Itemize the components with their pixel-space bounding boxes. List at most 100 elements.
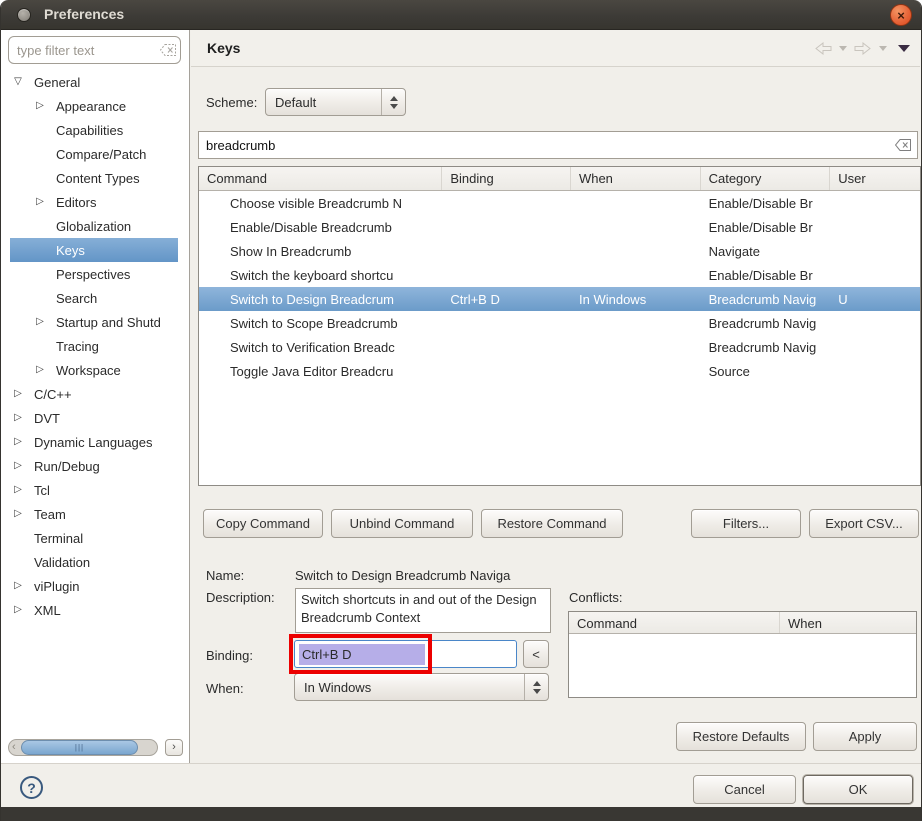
expander-closed-icon[interactable]: [33, 190, 47, 214]
conflicts-column-when[interactable]: When: [780, 612, 916, 633]
ok-button[interactable]: OK: [803, 775, 913, 804]
command-search: [198, 131, 918, 159]
description-label: Description:: [206, 590, 275, 605]
page-title: Keys: [207, 40, 240, 56]
tree-item-validation[interactable]: Validation: [1, 550, 189, 574]
column-header-binding[interactable]: Binding: [442, 167, 571, 190]
description-box: Switch shortcuts in and out of the Desig…: [295, 588, 551, 633]
name-value: Switch to Design Breadcrumb Naviga: [295, 568, 547, 583]
scrollbar-grip: |||: [75, 744, 84, 752]
reverse-binding-button[interactable]: [523, 640, 549, 668]
preferences-tree: General Appearance Capabilities Compare/…: [1, 70, 189, 622]
tree-item-team[interactable]: Team: [1, 502, 189, 526]
tree-item-dynamic-languages[interactable]: Dynamic Languages: [1, 430, 189, 454]
column-header-when[interactable]: When: [571, 167, 701, 190]
tree-item-c-cpp[interactable]: C/C++: [1, 382, 189, 406]
expander-closed-icon[interactable]: [11, 502, 25, 526]
tree-item-xml[interactable]: XML: [1, 598, 189, 622]
tree-item-keys[interactable]: Keys: [1, 238, 189, 262]
table-row[interactable]: Toggle Java Editor BreadcruSource: [199, 359, 920, 383]
command-search-input[interactable]: [198, 131, 918, 159]
when-select[interactable]: In Windows: [294, 673, 549, 701]
tree-item-globalization[interactable]: Globalization: [1, 214, 189, 238]
cancel-button[interactable]: Cancel: [693, 775, 796, 804]
expander-closed-icon[interactable]: [33, 94, 47, 118]
clear-filter-icon[interactable]: [160, 44, 176, 56]
window-icon: [17, 8, 31, 22]
tree-item-tcl[interactable]: Tcl: [1, 478, 189, 502]
forward-history-chevron-icon[interactable]: [879, 46, 887, 51]
scrollbar-thumb[interactable]: |||: [21, 740, 138, 755]
expander-closed-icon[interactable]: [11, 430, 25, 454]
expander-open-icon[interactable]: [11, 70, 25, 94]
table-row[interactable]: Switch to Verification BreadcBreadcrumb …: [199, 335, 920, 359]
tree-item-compare-patch[interactable]: Compare/Patch: [1, 142, 189, 166]
tree-item-startup-and-shutdown[interactable]: Startup and Shutd: [1, 310, 189, 334]
table-row[interactable]: Show In BreadcrumbNavigate: [199, 239, 920, 263]
restore-command-button[interactable]: Restore Command: [481, 509, 623, 538]
table-row-selected[interactable]: Switch to Design BreadcrumCtrl+B DIn Win…: [199, 287, 920, 311]
tree-item-editors[interactable]: Editors: [1, 190, 189, 214]
view-menu-icon[interactable]: [898, 45, 910, 52]
clear-search-icon[interactable]: [895, 139, 911, 151]
column-header-command[interactable]: Command: [199, 167, 442, 190]
key-bindings-table: Command Binding When Category User Choos…: [198, 166, 921, 486]
expander-closed-icon[interactable]: [11, 454, 25, 478]
apply-button[interactable]: Apply: [813, 722, 917, 751]
scheme-label: Scheme:: [206, 95, 257, 110]
column-header-category[interactable]: Category: [701, 167, 831, 190]
tree-item-appearance[interactable]: Appearance: [1, 94, 189, 118]
tree-item-run-debug[interactable]: Run/Debug: [1, 454, 189, 478]
table-row[interactable]: Switch the keyboard shortcuEnable/Disabl…: [199, 263, 920, 287]
table-header: Command Binding When Category User: [199, 167, 920, 191]
tree-item-content-types[interactable]: Content Types: [1, 166, 189, 190]
back-arrow-icon[interactable]: [814, 42, 832, 55]
expander-closed-icon[interactable]: [33, 358, 47, 382]
binding-input[interactable]: Ctrl+B D: [294, 640, 517, 668]
tree-item-workspace[interactable]: Workspace: [1, 358, 189, 382]
sidebar-horizontal-scrollbar[interactable]: |||: [8, 739, 158, 756]
unbind-command-button[interactable]: Unbind Command: [331, 509, 473, 538]
table-row[interactable]: Enable/Disable BreadcrumbEnable/Disable …: [199, 215, 920, 239]
tree-item-search[interactable]: Search: [1, 286, 189, 310]
expander-closed-icon[interactable]: [11, 574, 25, 598]
scheme-select[interactable]: Default: [265, 88, 406, 116]
tree-item-terminal[interactable]: Terminal: [1, 526, 189, 550]
name-label: Name:: [206, 568, 244, 583]
binding-label: Binding:: [206, 648, 253, 663]
filter-input[interactable]: [8, 36, 181, 64]
conflicts-column-command[interactable]: Command: [569, 612, 780, 633]
filters-button[interactable]: Filters...: [691, 509, 801, 538]
back-history-chevron-icon[interactable]: [839, 46, 847, 51]
combo-spinner-icon: [381, 89, 405, 115]
tree-item-capabilities[interactable]: Capabilities: [1, 118, 189, 142]
expander-closed-icon[interactable]: [11, 478, 25, 502]
export-csv-button[interactable]: Export CSV...: [809, 509, 919, 538]
expander-closed-icon[interactable]: [11, 598, 25, 622]
table-row[interactable]: Choose visible Breadcrumb NEnable/Disabl…: [199, 191, 920, 215]
scroll-right-icon[interactable]: [165, 739, 183, 756]
combo-spinner-icon: [524, 674, 548, 700]
tree-item-dvt[interactable]: DVT: [1, 406, 189, 430]
forward-arrow-icon[interactable]: [854, 42, 872, 55]
column-header-user[interactable]: User: [830, 167, 920, 190]
help-icon[interactable]: [20, 776, 43, 799]
tree-item-viplugin[interactable]: viPlugin: [1, 574, 189, 598]
preferences-window: Preferences General Appearance Capabilit…: [0, 0, 922, 821]
expander-closed-icon[interactable]: [11, 406, 25, 430]
copy-command-button[interactable]: Copy Command: [203, 509, 323, 538]
scheme-value: Default: [266, 95, 381, 110]
tree-item-general[interactable]: General: [1, 70, 189, 94]
expander-closed-icon[interactable]: [11, 382, 25, 406]
expander-closed-icon[interactable]: [33, 310, 47, 334]
when-label: When:: [206, 681, 244, 696]
tree-item-tracing[interactable]: Tracing: [1, 334, 189, 358]
tree-item-perspectives[interactable]: Perspectives: [1, 262, 189, 286]
conflicts-label: Conflicts:: [569, 590, 622, 605]
table-row[interactable]: Switch to Scope BreadcrumbBreadcrumb Nav…: [199, 311, 920, 335]
page-header: Keys: [191, 30, 920, 67]
scroll-left-icon[interactable]: [12, 740, 16, 755]
restore-defaults-button[interactable]: Restore Defaults: [676, 722, 806, 751]
conflicts-table-header: Command When: [569, 612, 916, 634]
close-icon[interactable]: [890, 4, 912, 26]
